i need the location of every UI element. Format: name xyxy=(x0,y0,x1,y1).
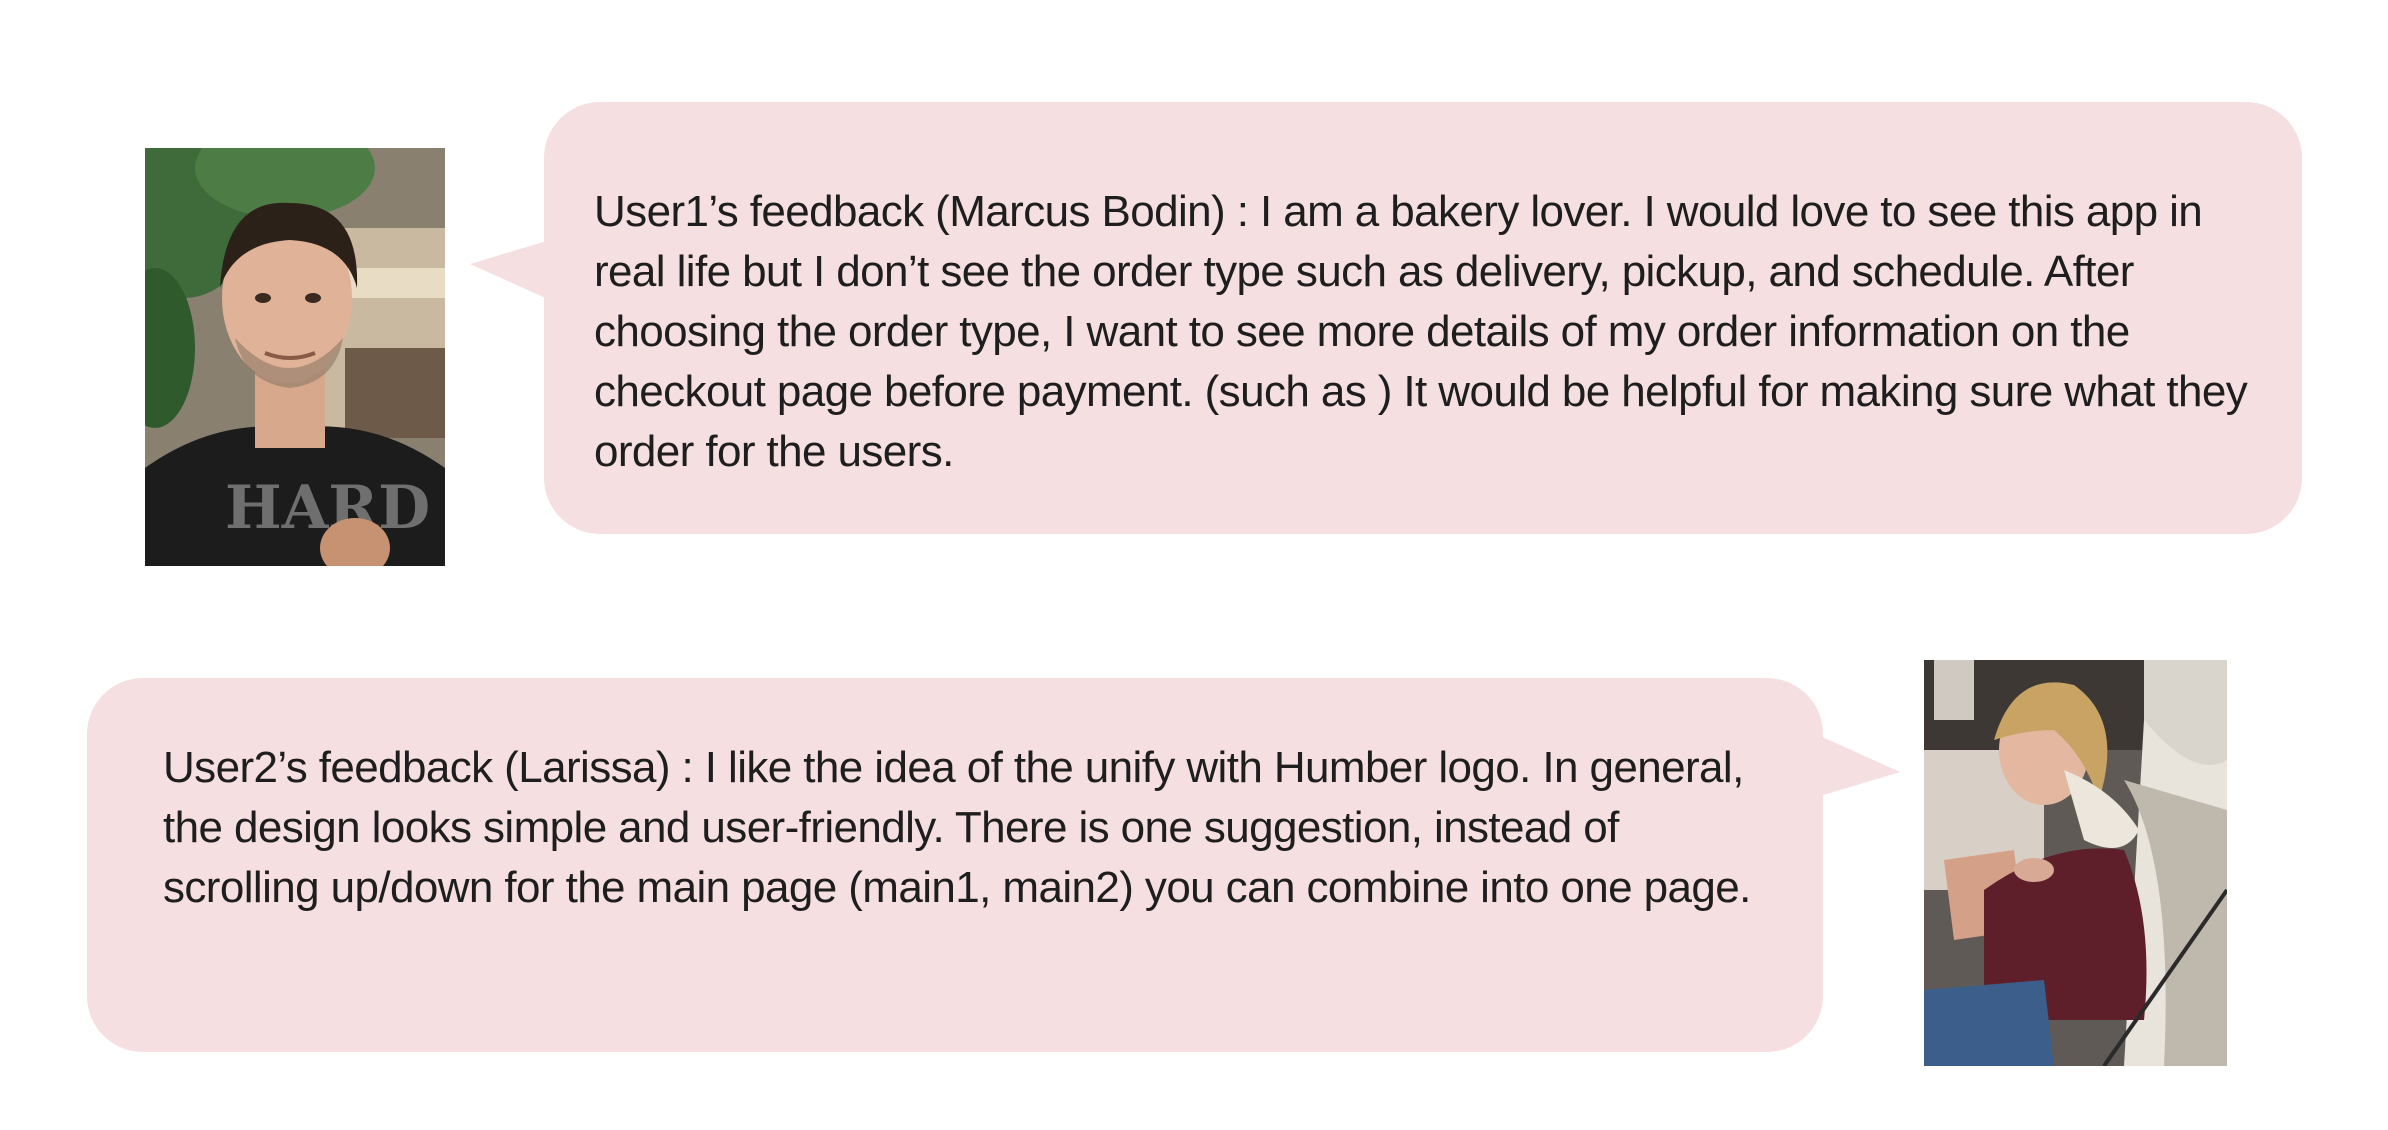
feedback-bubble-user2: User2’s feedback (Larissa) : I like the … xyxy=(87,678,1823,1052)
feedback-text-user2: User2’s feedback (Larissa) : I like the … xyxy=(163,743,1751,912)
user2-photo xyxy=(1924,660,2227,1066)
feedback-text-user1: User1’s feedback (Marcus Bodin) : I am a… xyxy=(594,187,2248,476)
user1-photo: HARD xyxy=(145,148,445,566)
bubble-tail xyxy=(470,240,550,300)
feedback-bubble-user1: User1’s feedback (Marcus Bodin) : I am a… xyxy=(544,102,2302,534)
bubble-tail xyxy=(1820,736,1900,796)
